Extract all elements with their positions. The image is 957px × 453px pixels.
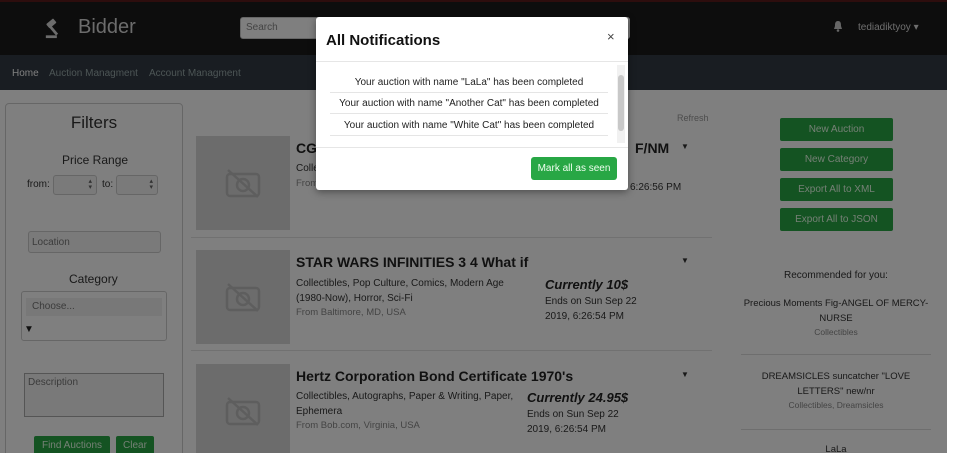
notification-item: Your auction with name "White Cat" has b…: [343, 120, 595, 131]
divider: [330, 135, 608, 136]
scrollbar-thumb[interactable]: [618, 75, 624, 131]
notifications-scrollbar[interactable]: [617, 65, 625, 143]
modal-footer-divider: [316, 147, 628, 148]
mark-all-seen-button[interactable]: Mark all as seen: [531, 157, 617, 180]
modal-title: All Notifications: [326, 32, 441, 49]
close-icon[interactable]: ×: [607, 29, 615, 44]
divider: [330, 113, 608, 114]
notification-item: Your auction with name "Another Cat" has…: [339, 98, 599, 109]
notifications-modal: All Notifications × Your auction with na…: [316, 17, 628, 190]
notifications-list: Your auction with name "LaLa" has been c…: [316, 62, 628, 146]
divider: [330, 92, 608, 93]
notification-item: Your auction with name "LaLa" has been c…: [354, 77, 584, 88]
